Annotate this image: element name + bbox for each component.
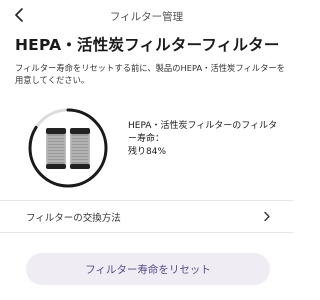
- filter-info: HEPA・活性炭フィルターのフィルター寿命： 残り84%: [128, 120, 278, 159]
- top-bar: フィルター管理: [0, 0, 293, 30]
- filter-life-indicator: [26, 106, 110, 190]
- reset-instructions: フィルター寿命をリセットする前に、製品のHEPA・活性炭フィルターを用意してくだ…: [15, 63, 285, 85]
- chevron-right-icon: [264, 211, 270, 222]
- cylindrical-filter-icon: [46, 128, 90, 169]
- filter-exchange-guide-label: フィルターの交換方法: [26, 213, 121, 224]
- page-title: HEPA・活性炭フィルターフィルター: [15, 36, 280, 54]
- divider: [0, 232, 293, 233]
- filter-exchange-guide-row[interactable]: フィルターの交換方法: [0, 201, 293, 231]
- filter-life-label: HEPA・活性炭フィルターのフィルター寿命：: [128, 121, 278, 144]
- page-nav-title: フィルター管理: [109, 11, 184, 23]
- reset-filter-life-button[interactable]: フィルター寿命をリセット: [26, 253, 270, 285]
- filter-life-remaining: 残り84%: [128, 147, 167, 157]
